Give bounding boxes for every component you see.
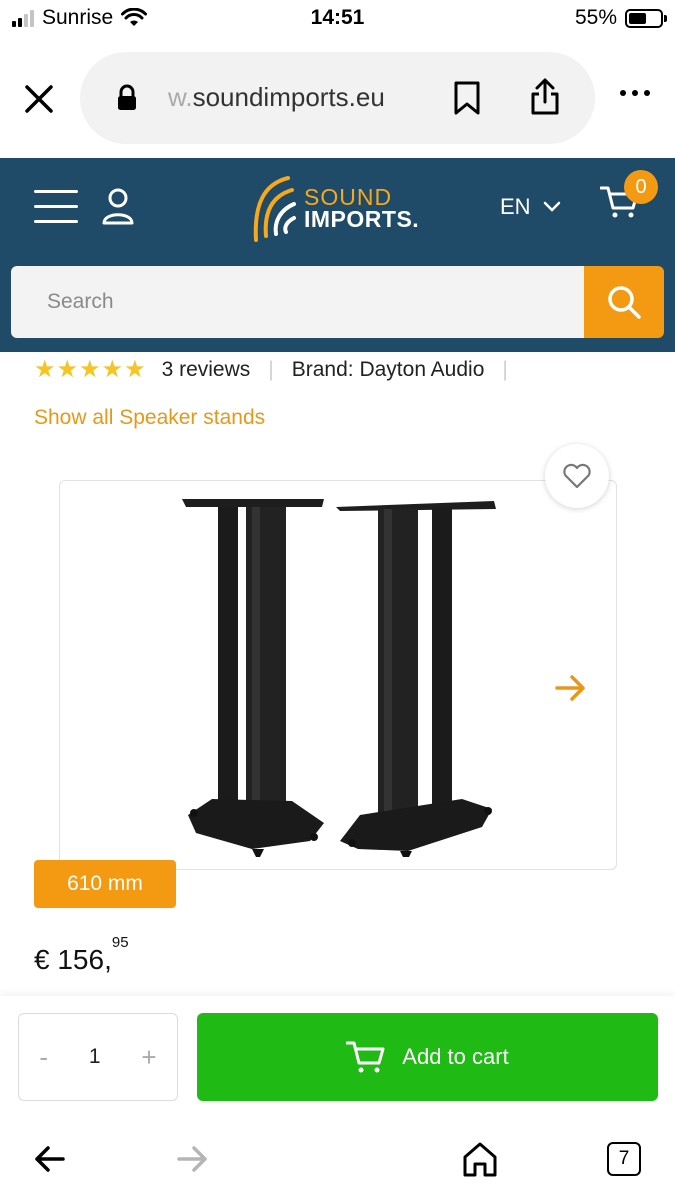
language-selector[interactable]: EN	[500, 194, 561, 220]
product-meta: ★ ★ ★ ★ ★ 3 reviews | Brand: Dayton Audio |	[34, 358, 526, 382]
star-icon: ★	[56, 356, 79, 383]
forward-arrow-icon[interactable]	[176, 1144, 210, 1174]
divider: |	[268, 358, 274, 381]
search-input[interactable]	[11, 266, 584, 338]
address-bar[interactable]: w.soundimports.eu	[80, 52, 595, 144]
url-text: w.soundimports.eu	[168, 82, 385, 113]
cart-count-badge: 0	[624, 170, 658, 204]
star-icon: ★	[101, 356, 124, 383]
language-label: EN	[500, 194, 531, 219]
logo-mark-icon	[253, 176, 296, 242]
quantity-increase-button[interactable]: +	[141, 1042, 156, 1073]
quantity-value[interactable]: 1	[89, 1045, 101, 1069]
category-link[interactable]: Show all Speaker stands	[34, 406, 265, 430]
browser-bottom-nav: 7	[0, 1116, 675, 1200]
more-icon[interactable]	[620, 90, 650, 96]
close-icon[interactable]	[22, 82, 56, 116]
search-icon	[608, 286, 641, 319]
battery-info: 55%	[574, 6, 667, 30]
menu-icon[interactable]	[34, 190, 78, 224]
price-cents: 95	[111, 933, 129, 951]
search-button[interactable]	[584, 266, 664, 338]
size-badge: 610 mm	[34, 860, 176, 908]
add-to-cart-button[interactable]: Add to cart	[197, 1013, 658, 1101]
battery-icon	[625, 8, 667, 28]
search-bar	[11, 266, 664, 338]
quantity-stepper: - 1 +	[18, 1013, 178, 1101]
url-domain: soundimports.eu	[192, 82, 385, 112]
site-logo[interactable]: SOUND IMPORTS.	[248, 170, 438, 250]
browser-toolbar: w.soundimports.eu	[0, 38, 675, 158]
back-arrow-icon[interactable]	[32, 1144, 66, 1174]
bookmark-icon[interactable]	[452, 80, 482, 116]
url-prefix: w.	[168, 82, 193, 112]
clock: 14:51	[310, 6, 365, 29]
add-to-cart-label: Add to cart	[402, 1044, 509, 1069]
price-main: € 156,	[34, 944, 112, 975]
quantity-decrease-button[interactable]: -	[39, 1042, 48, 1073]
site-header: SOUND IMPORTS. EN 0	[0, 158, 675, 352]
heart-icon	[563, 463, 591, 489]
wishlist-button[interactable]	[545, 444, 609, 508]
star-icon: ★	[34, 356, 56, 383]
battery-percent: 55%	[574, 6, 617, 29]
user-icon[interactable]	[100, 186, 136, 226]
home-icon[interactable]	[462, 1140, 498, 1178]
product-image	[182, 499, 496, 857]
product-gallery[interactable]	[59, 480, 617, 870]
divider: |	[502, 358, 508, 381]
status-bar: Sunrise 14:51 55%	[0, 0, 675, 38]
share-icon[interactable]	[528, 76, 562, 116]
reviews-link[interactable]: 3 reviews	[162, 358, 251, 382]
tabs-button[interactable]: 7	[607, 1142, 641, 1176]
lock-icon	[118, 84, 136, 110]
star-icon: ★	[79, 356, 101, 383]
chevron-down-icon	[543, 201, 560, 212]
purchase-bar: - 1 + Add to cart	[0, 996, 675, 1116]
product-price: € 156,95	[34, 934, 129, 976]
brand-label[interactable]: Brand: Dayton Audio	[292, 358, 485, 382]
arrow-right-icon[interactable]	[554, 673, 588, 703]
star-icon: ★	[124, 356, 146, 383]
cart-icon	[346, 1041, 385, 1073]
rating-stars[interactable]: ★ ★ ★ ★ ★	[34, 358, 146, 382]
logo-text-imports: IMPORTS.	[304, 206, 420, 232]
